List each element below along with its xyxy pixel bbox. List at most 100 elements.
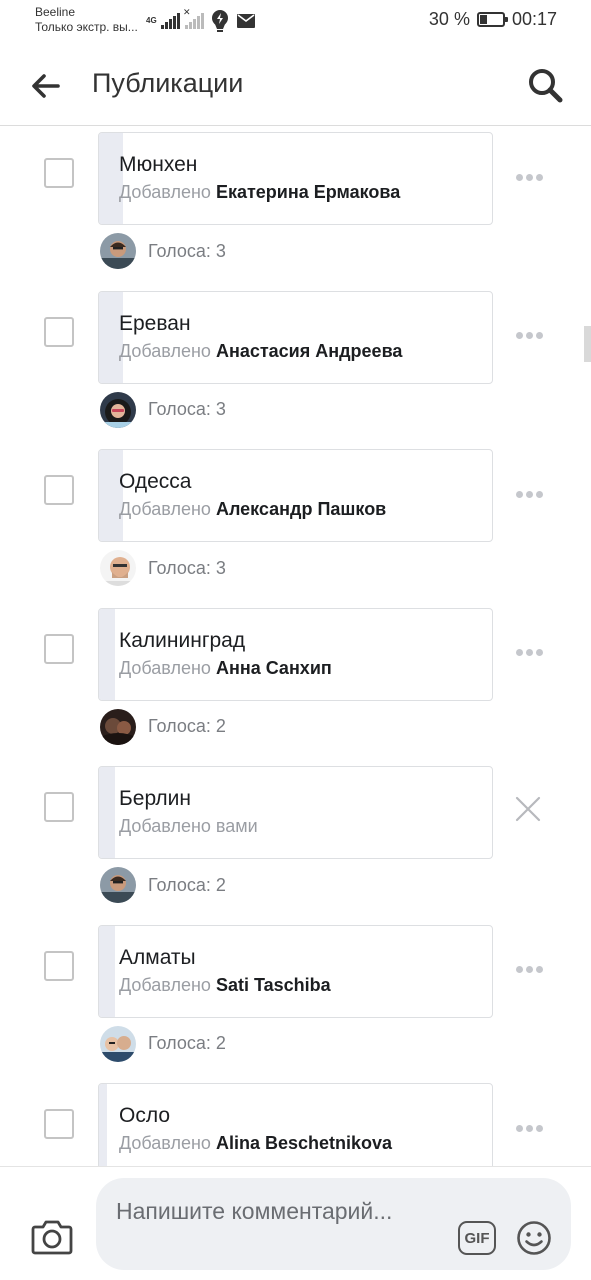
option-text: Берлин Добавлено вами — [119, 786, 258, 838]
back-button[interactable] — [28, 69, 62, 103]
avatar[interactable] — [100, 1025, 136, 1062]
camera-button[interactable] — [30, 1217, 74, 1257]
author-name[interactable]: Sati Taschiba — [216, 975, 331, 995]
more-options-button[interactable] — [512, 1121, 546, 1135]
avatar[interactable] — [100, 867, 136, 903]
search-button[interactable] — [525, 65, 565, 105]
scrollbar-thumb[interactable] — [584, 326, 591, 362]
more-options-button[interactable] — [512, 963, 546, 977]
poll-option-row: Алматы Добавлено Sati Taschiba Голоса: 2 — [0, 919, 591, 1077]
close-icon — [515, 796, 541, 822]
votes-count[interactable]: Голоса: 2 — [148, 1033, 226, 1054]
poll-option-row: Одесса Добавлено Александр Пашков Голоса: … — [0, 443, 591, 601]
option-text: Ереван Добавлено Анастасия Андреева — [119, 311, 402, 363]
option-title: Ереван — [119, 311, 191, 335]
vote-share-bar — [99, 1084, 107, 1166]
option-checkbox[interactable] — [44, 1109, 74, 1139]
camera-icon — [31, 1220, 73, 1255]
more-dot — [535, 966, 543, 973]
comment-input[interactable]: Напишите комментарий... GIF — [96, 1178, 571, 1270]
poll-option-row: Мюнхен Добавлено Екатерина Ермакова Голоса… — [0, 126, 591, 284]
option-card[interactable]: Алматы Добавлено Sati Taschiba — [98, 924, 493, 1018]
network-type: 4G — [146, 16, 157, 25]
votes-count[interactable]: Голоса: 3 — [148, 558, 226, 579]
avatar[interactable] — [100, 708, 136, 745]
option-meta: Добавлено Анастасия Андреева — [119, 339, 402, 363]
option-text: Осло Добавлено Alina Beschetnikova — [119, 1103, 392, 1155]
more-dot — [525, 332, 533, 339]
more-dot — [535, 332, 543, 339]
option-checkbox[interactable] — [44, 792, 74, 822]
option-title: Алматы — [119, 945, 196, 969]
poll-options-list[interactable]: Мюнхен Добавлено Екатерина Ермакова Голоса… — [0, 126, 591, 1166]
more-options-button[interactable] — [512, 170, 546, 184]
avatar[interactable] — [100, 233, 136, 269]
author-name[interactable]: Екатерина Ермакова — [216, 182, 400, 202]
option-card[interactable]: Калининград Добавлено Анна Санхип — [98, 607, 493, 701]
emoji-button[interactable] — [516, 1220, 552, 1256]
votes-count[interactable]: Голоса: 3 — [148, 399, 226, 420]
option-meta: Добавлено Alina Beschetnikova — [119, 1131, 392, 1155]
arrow-left-icon — [32, 74, 60, 98]
voters-row[interactable]: Голоса: 3 — [100, 391, 226, 428]
more-dot — [515, 490, 523, 498]
option-card[interactable]: Одесса Добавлено Александр Пашков — [98, 449, 493, 542]
added-label: Добавлено — [119, 974, 211, 995]
option-checkbox[interactable] — [44, 633, 74, 664]
more-options-button[interactable] — [512, 329, 546, 343]
more-dot — [515, 332, 523, 339]
avatar[interactable] — [100, 391, 136, 428]
option-checkbox[interactable] — [44, 950, 74, 981]
option-text: Одесса Добавлено Александр Пашков — [119, 469, 386, 521]
more-options-button[interactable] — [512, 646, 546, 660]
vote-share-bar — [99, 925, 115, 1017]
added-label: Добавлено — [119, 182, 211, 202]
signal-no-service-icon: ✕ — [183, 7, 204, 29]
battery-percent: 30 % — [428, 9, 470, 29]
option-title: Калининград — [119, 628, 246, 652]
added-label: Добавлено — [119, 1133, 211, 1153]
more-dot — [515, 649, 523, 656]
added-label: Добавлено — [119, 657, 211, 678]
option-title: Осло — [119, 1104, 171, 1127]
voters-row[interactable]: Голоса: 2 — [100, 708, 226, 745]
option-checkbox[interactable] — [44, 316, 74, 347]
emoji-icon — [517, 1221, 551, 1255]
votes-count[interactable]: Голоса: 2 — [148, 875, 226, 896]
author-name[interactable]: Анастасия Андреева — [216, 341, 402, 361]
option-card[interactable]: Осло Добавлено Alina Beschetnikova — [98, 1083, 493, 1166]
more-dot — [535, 173, 543, 181]
votes-count[interactable]: Голоса: 3 — [148, 241, 226, 262]
remove-option-button[interactable] — [512, 793, 544, 825]
gif-button[interactable]: GIF — [458, 1221, 496, 1255]
voters-row[interactable]: Голоса: 2 — [100, 867, 226, 903]
option-card[interactable]: Мюнхен Добавлено Екатерина Ермакова — [98, 132, 493, 225]
option-text: Мюнхен Добавлено Екатерина Ермакова — [119, 152, 400, 204]
comment-placeholder: Напишите комментарий... — [116, 1198, 393, 1224]
battery-level — [479, 15, 487, 24]
option-card[interactable]: Берлин Добавлено вами — [98, 766, 493, 859]
author-name[interactable]: Анна Санхип — [216, 658, 332, 678]
poll-option-row: Калининград Добавлено Анна Санхип Голоса: … — [0, 602, 591, 760]
voters-row[interactable]: Голоса: 3 — [100, 233, 226, 269]
more-dot — [525, 490, 533, 498]
search-icon — [529, 69, 563, 103]
voters-row[interactable]: Голоса: 3 — [100, 550, 226, 586]
poll-option-row: Осло Добавлено Alina Beschetnikova — [0, 1077, 591, 1166]
option-checkbox[interactable] — [44, 158, 74, 188]
option-title: Мюнхен — [119, 153, 198, 176]
author-name[interactable]: Александр Пашков — [216, 499, 386, 519]
option-checkbox[interactable] — [44, 475, 74, 505]
option-card[interactable]: Ереван Добавлено Анастасия Андреева — [98, 290, 493, 384]
status-bar: Beeline Только экстр. вы... 4G ✕ 30 % 00… — [0, 0, 591, 44]
author-name[interactable]: Alina Beschetnikova — [216, 1133, 392, 1153]
voters-row[interactable]: Голоса: 2 — [100, 1025, 226, 1062]
comment-composer: Напишите комментарий... GIF — [0, 1166, 591, 1280]
poll-option-row: Берлин Добавлено вами Голоса: 2 — [0, 760, 591, 918]
more-options-button[interactable] — [512, 487, 546, 501]
option-meta: Добавлено вами — [119, 814, 258, 838]
status-icons: 4G ✕ — [146, 7, 256, 33]
votes-count[interactable]: Голоса: 2 — [148, 716, 226, 737]
avatar[interactable] — [100, 550, 136, 586]
more-dot — [525, 1124, 533, 1132]
